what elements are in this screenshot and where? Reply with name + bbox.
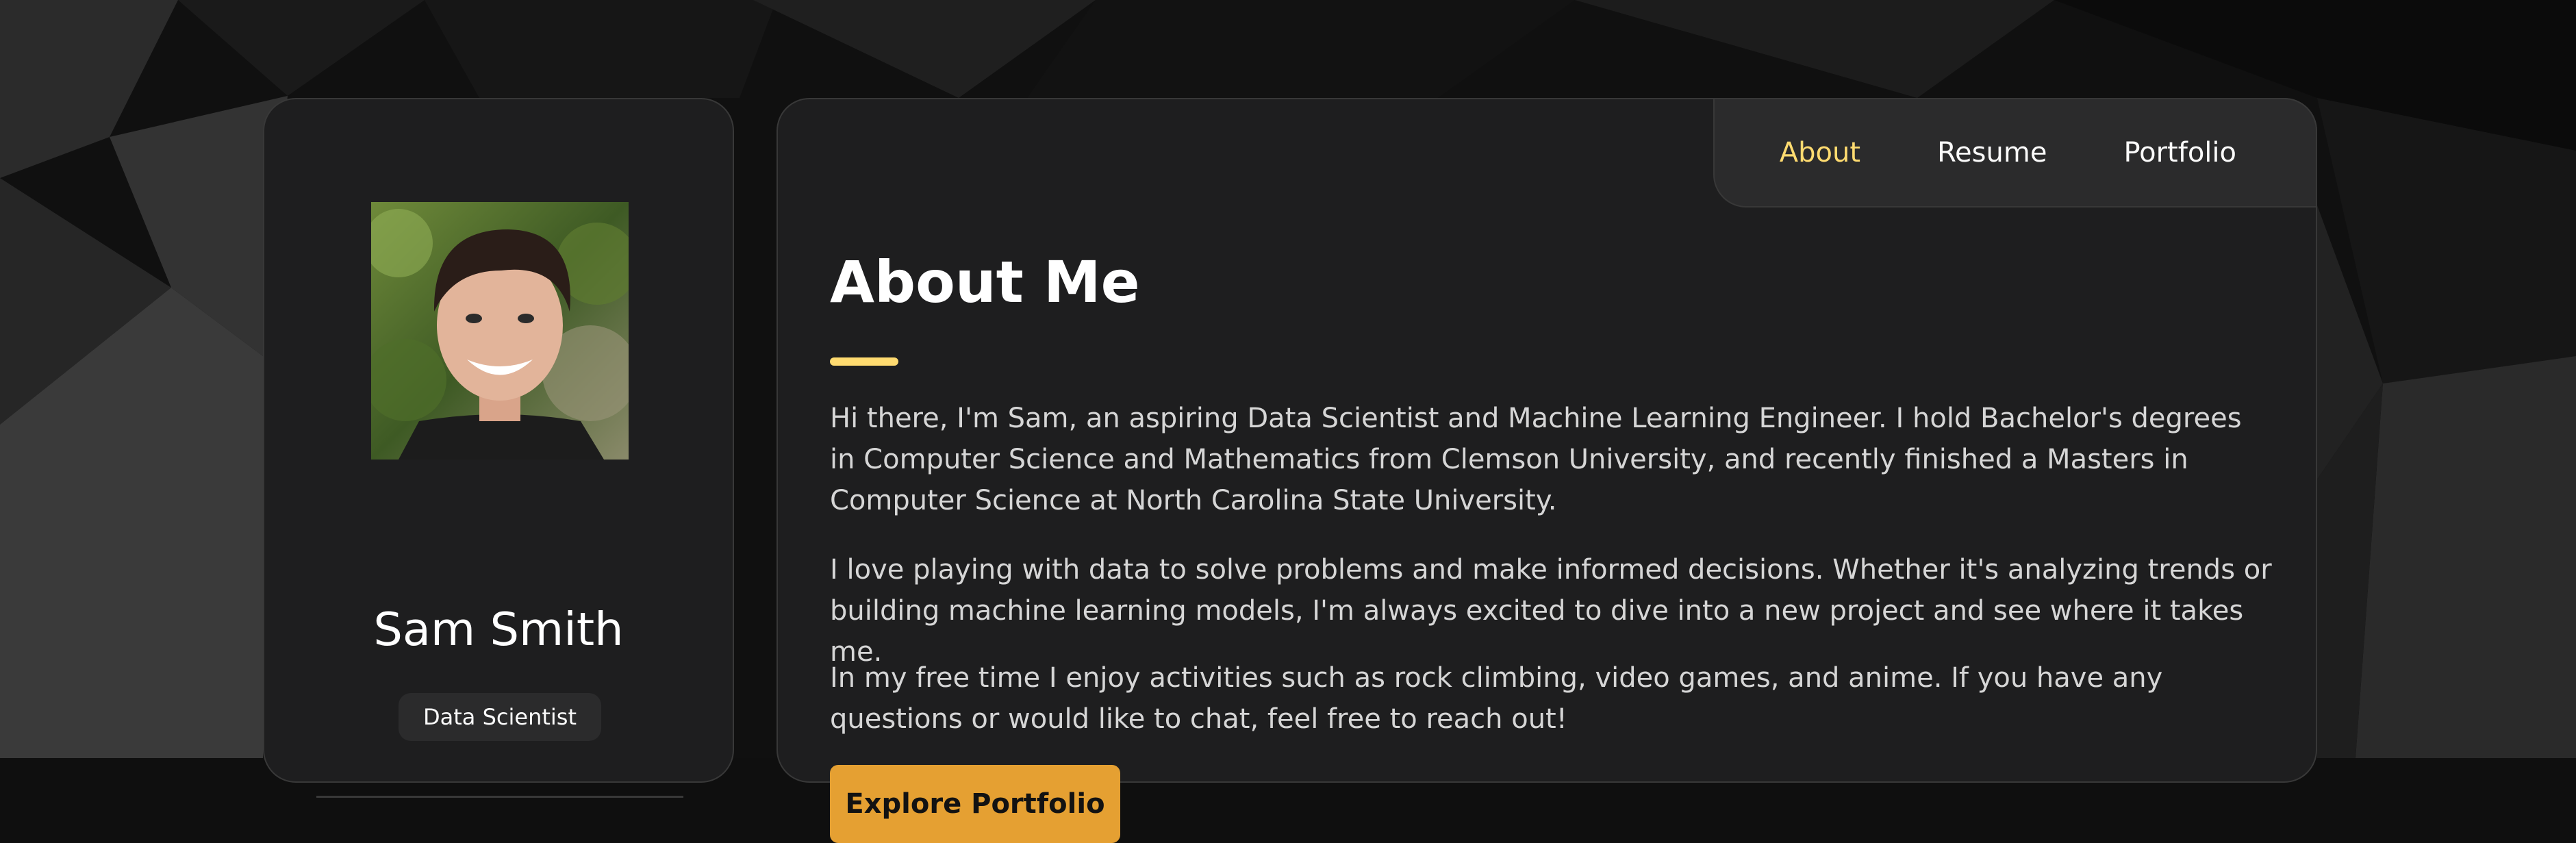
page: Sam Smith Data Scientist About Resume Po… [0,0,2576,843]
about-paragraph-1: Hi there, I'm Sam, an aspiring Data Scie… [830,403,2242,516]
page-title: About Me [830,249,1140,316]
about-paragraph-2: I love playing with data to solve proble… [830,554,2272,668]
title-underline [830,357,898,366]
nav-link-resume[interactable]: Resume [1937,137,2047,168]
nav-link-portfolio[interactable]: Portfolio [2123,137,2236,168]
navbar: About Resume Portfolio [1713,98,2317,207]
role-badge: Data Scientist [399,693,601,741]
about-card: About Resume Portfolio About Me Hi there… [776,98,2317,843]
profile-name: Sam Smith [373,603,624,656]
profile-sidebar: Sam Smith Data Scientist [263,98,734,798]
about-paragraph-3: In my free time I enjoy activities such … [830,662,2163,735]
explore-portfolio-button[interactable]: Explore Portfolio [830,765,1120,843]
avatar [371,202,629,460]
avatar-photo [371,202,629,460]
sidebar-separator [316,796,683,798]
nav-link-about[interactable]: About [1780,137,1860,168]
